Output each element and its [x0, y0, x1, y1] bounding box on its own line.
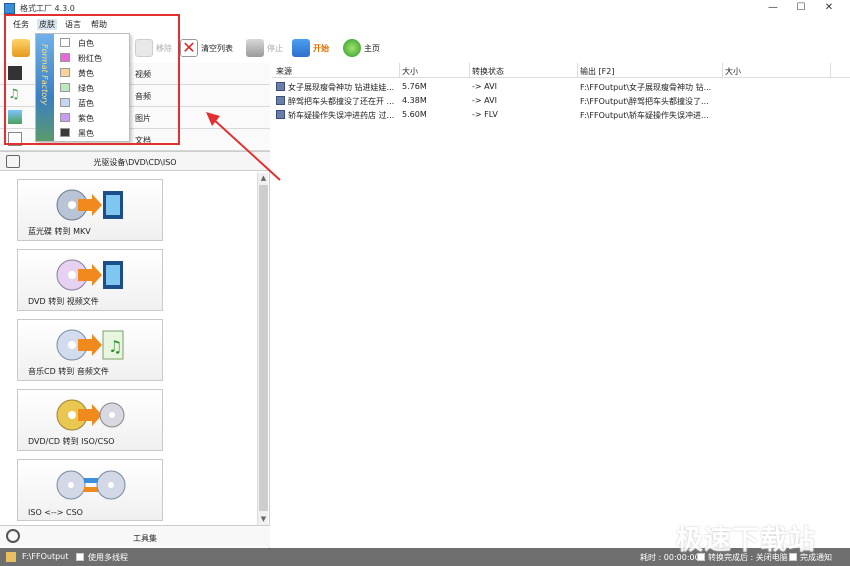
- video-file-icon: [276, 82, 285, 91]
- tile-iso-cso[interactable]: ISO <--> CSO: [17, 459, 163, 521]
- category-toolset[interactable]: 工具集: [0, 525, 270, 547]
- maximize-button[interactable]: ☐: [790, 1, 812, 15]
- tile-dvd-to-video[interactable]: DVD 转到 视频文件: [17, 249, 163, 311]
- clear-list-button[interactable]: ✕ 清空列表: [180, 37, 233, 59]
- multithread-label: 使用多线程: [88, 553, 128, 562]
- app-icon: [4, 3, 15, 14]
- toolset-icon: [6, 529, 20, 543]
- scroll-down-icon[interactable]: ▼: [258, 514, 269, 525]
- dvd-to-iso-icon: [56, 399, 125, 431]
- column-source[interactable]: 来源: [276, 66, 292, 77]
- left-scrollbar[interactable]: ▲ ▼: [257, 173, 268, 525]
- annotation-arrow: [206, 112, 281, 181]
- close-button[interactable]: ✕: [818, 1, 840, 15]
- stop-icon: [246, 39, 264, 57]
- tile-dvdcd-to-iso[interactable]: DVD/CD 转到 ISO/CSO: [17, 389, 163, 451]
- multithread-checkbox[interactable]: [76, 553, 84, 561]
- start-button[interactable]: 开始: [292, 37, 329, 59]
- start-icon: [292, 39, 310, 57]
- table-row[interactable]: 轿车疑操作失误冲进药店 过... 5.60M -> FLV F:\FFOutpu…: [272, 108, 850, 121]
- column-output-size[interactable]: 大小: [725, 66, 741, 77]
- annotation-highlight-box: [4, 14, 180, 145]
- home-globe-icon: [343, 39, 361, 57]
- file-list: 来源 大小 转换状态 输出 [F2] 大小 女子展现瘦骨神功 钻进娃娃... 5…: [272, 63, 850, 548]
- iso-cso-icon: [56, 470, 126, 500]
- file-list-header: 来源 大小 转换状态 输出 [F2] 大小: [272, 63, 850, 78]
- column-output[interactable]: 输出 [F2]: [580, 66, 614, 77]
- column-size[interactable]: 大小: [402, 66, 418, 77]
- minimize-button[interactable]: —: [762, 1, 784, 15]
- bluray-disc-icon: [56, 189, 123, 221]
- dvd-disc-icon: [56, 259, 123, 291]
- watermark-logo: 极速下载站: [676, 525, 816, 556]
- audio-cd-icon: ♫: [56, 329, 124, 361]
- delete-icon: ✕: [180, 39, 198, 57]
- stop-button[interactable]: 停止: [246, 37, 283, 59]
- home-button[interactable]: 主页: [343, 37, 380, 59]
- column-status[interactable]: 转换状态: [472, 66, 504, 77]
- scroll-thumb[interactable]: [259, 185, 268, 511]
- tile-bluray-to-mkv[interactable]: 蓝光碟 转到 MKV: [17, 179, 163, 241]
- table-row[interactable]: 女子展现瘦骨神功 钻进娃娃... 5.76M -> AVI F:\FFOutpu…: [272, 80, 850, 93]
- svg-text:♫: ♫: [108, 337, 122, 356]
- tile-cd-to-audio[interactable]: ♫ 音乐CD 转到 音频文件: [17, 319, 163, 381]
- table-row[interactable]: 醉驾把车头都撞没了还在开 ... 4.38M -> AVI F:\FFOutpu…: [272, 94, 850, 107]
- output-path[interactable]: F:\FFOutput: [22, 552, 68, 561]
- folder-icon: [6, 552, 16, 562]
- video-file-icon: [276, 96, 285, 105]
- window-title: 格式工厂 4.3.0: [20, 4, 75, 13]
